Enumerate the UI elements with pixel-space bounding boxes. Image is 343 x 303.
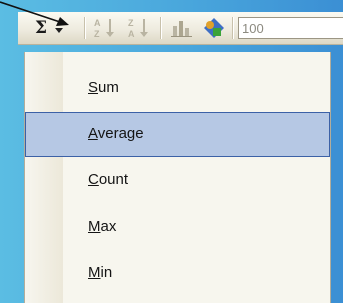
drawing-icon [204,18,224,38]
menu-item-count[interactable]: Count [25,158,330,203]
sort-ascending-button[interactable]: A Z [92,15,120,41]
menu-item-min[interactable]: Min [25,251,330,296]
svg-text:Z: Z [128,18,134,28]
sort-descending-button[interactable]: Z A [126,15,154,41]
drawing-button[interactable] [200,15,228,41]
sort-descending-icon: Z A [128,18,148,39]
zoom-box[interactable]: 100 [238,17,343,39]
menu-item-sum[interactable]: Sum [25,66,330,111]
menu-item-max[interactable]: Max [25,205,330,250]
svg-text:A: A [94,18,101,28]
screenshot: Σ A Z Z A 100 Sum Average Count Max Min [0,0,343,303]
menu-item-label: Max [88,218,117,235]
autosum-dropdown-menu: Sum Average Count Max Min [24,52,331,303]
menu-item-label: Sum [88,79,119,96]
menu-item-label: Count [88,171,129,188]
toolbar-separator [160,17,161,39]
svg-text:A: A [128,29,135,39]
svg-text:Z: Z [94,29,100,39]
menu-item-label: Average [88,125,144,142]
menu-item-label: Min [88,264,113,281]
toolbar-separator [232,17,233,39]
sort-ascending-icon: A Z [94,18,114,39]
zoom-value: 100 [242,21,264,36]
chart-wizard-icon [171,21,192,37]
chart-wizard-button[interactable] [168,15,196,41]
pointer-arrow [0,1,69,26]
menu-item-average[interactable]: Average [25,112,330,157]
